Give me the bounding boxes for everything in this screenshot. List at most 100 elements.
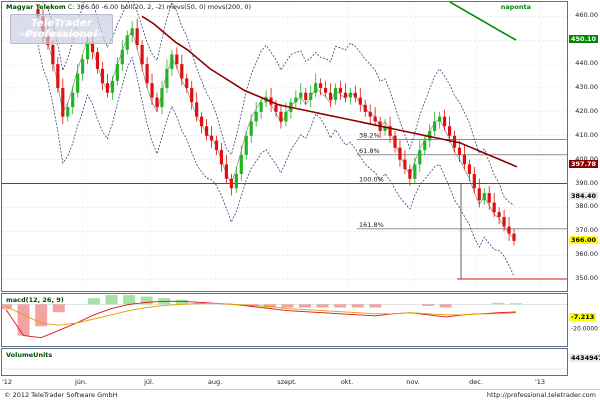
fibonacci-label: 100.0% [359, 176, 384, 184]
fibonacci-label: 161.8% [359, 221, 384, 229]
candle-body [51, 44, 55, 65]
candle-body [279, 111, 283, 122]
macd-chart-svg [2, 295, 567, 339]
macd-panel[interactable]: macd(12, 26, 9) [1, 293, 568, 347]
candle-body [125, 35, 129, 50]
candle-body [368, 111, 372, 117]
candle-body [393, 135, 397, 148]
macd-signal-line [5, 302, 517, 326]
symbol-name: Magyar Telekom [6, 3, 66, 11]
y-tick-label: 420.00 [575, 106, 598, 115]
candle-body [229, 178, 233, 189]
macd-histogram-bar [422, 304, 435, 306]
candle-body [398, 147, 402, 160]
bollinger-middle [37, 16, 515, 240]
candle-body [224, 164, 229, 179]
candle-body [363, 104, 367, 112]
candle-body [190, 87, 194, 103]
candle-body [403, 159, 407, 170]
macd-histogram-bar [298, 304, 311, 308]
y-tick-label: 410.00 [575, 130, 598, 139]
price-axis: 350.00 360.00 370.00 380.00 390.00 400.00 410.… [568, 1, 600, 292]
time-axis: '12 jún. júl. aug. szept. okt. nov. dec.… [1, 376, 600, 389]
y-tick-label: 430.00 [575, 82, 598, 91]
candle-body [254, 111, 258, 122]
x-tick-label: szept. [277, 378, 297, 386]
macd-histogram-bar [105, 295, 118, 305]
candle-body [304, 92, 308, 100]
candle-body [259, 102, 263, 112]
x-tick-label: okt. [340, 378, 354, 386]
candle-body [408, 169, 412, 179]
macd-label: macd(12, 26, 9) [6, 296, 64, 304]
price-tag: 397.78 [569, 159, 599, 168]
macd-axis: -7.213 -20.0000 [568, 293, 600, 347]
x-tick-label: dec. [469, 378, 483, 386]
chart-window: 38.2% 61.8% 100.0% 161.8% Magyar Telekom C:… [0, 0, 600, 401]
y-tick-label: 360.00 [575, 250, 598, 259]
candle-body [274, 104, 278, 112]
macd-histogram-bar [123, 295, 136, 305]
candle-body [175, 54, 179, 65]
candle-body [442, 116, 447, 127]
candle-body [100, 68, 105, 84]
logo-url: http://professional.teletrader.com [19, 32, 104, 38]
candle-body [497, 212, 501, 217]
copyright-text: © 2012 TeleTrader Software GmbH [4, 391, 118, 399]
period-label: naponta [500, 3, 531, 11]
candle-body [155, 97, 159, 108]
ma50-line [141, 15, 518, 168]
y-tick-label: 370.00 [575, 226, 598, 235]
candle-body [507, 226, 511, 234]
candle-body [170, 54, 174, 69]
candle-body [358, 97, 362, 105]
footer-link[interactable]: http://professional.teletrader.com [487, 391, 596, 399]
candle-body [328, 92, 333, 100]
x-tick-label: júl. [144, 378, 154, 386]
candle-body [76, 73, 80, 93]
candle-body [219, 150, 224, 165]
candle-body [165, 68, 169, 88]
candle-body [462, 154, 467, 165]
price-tag: 384.40 [569, 191, 599, 200]
price-tag: 366.00 [569, 235, 599, 244]
candle-body [457, 147, 462, 155]
candle-body [105, 83, 110, 93]
candle-body [145, 64, 149, 84]
volume-label: VolumeUnits [6, 351, 53, 359]
candle-body [467, 164, 471, 174]
y-tick-label: 460.00 [575, 11, 598, 20]
x-tick-label: nov. [406, 378, 420, 386]
candle-body [234, 173, 238, 189]
candle-body [338, 87, 343, 93]
candle-body [373, 116, 377, 122]
x-tick-label: '13 [534, 378, 546, 386]
volume-axis: 4434947 [568, 348, 600, 376]
candle-body [200, 116, 204, 127]
candle-body [204, 126, 209, 136]
x-tick-label: aug. [207, 378, 223, 386]
price-panel[interactable]: 38.2% 61.8% 100.0% 161.8% Magyar Telekom C:… [1, 1, 568, 292]
candle-body [314, 83, 318, 93]
price-chart-svg: 38.2% 61.8% 100.0% 161.8% [2, 2, 567, 291]
fibonacci-label: 61.8% [359, 147, 380, 155]
candle-body [438, 116, 442, 122]
volume-panel[interactable]: VolumeUnits [1, 348, 568, 376]
candle-body [299, 92, 303, 98]
macd-histogram-bar [369, 304, 382, 308]
macd-histogram-bar [492, 302, 505, 305]
price-header: Magyar Telekom C: 366.00 -6.00 boll(20, … [6, 3, 251, 11]
candle-body [110, 80, 114, 93]
candle-body [120, 49, 124, 65]
candle-body [66, 107, 70, 117]
volume-chart-svg [2, 368, 567, 370]
x-tick-label: jún. [74, 378, 88, 386]
candle-body [71, 92, 75, 108]
volume-value-tag: 4434947 [569, 354, 600, 362]
candle-body [239, 154, 243, 174]
indicator-list: boll(20, 2, -2) movs(50, 0) movs(200, 0) [120, 3, 252, 11]
candle-body [284, 111, 288, 122]
macd-histogram-bar [52, 304, 65, 313]
candle-body [130, 28, 134, 36]
candle-body [348, 92, 352, 98]
